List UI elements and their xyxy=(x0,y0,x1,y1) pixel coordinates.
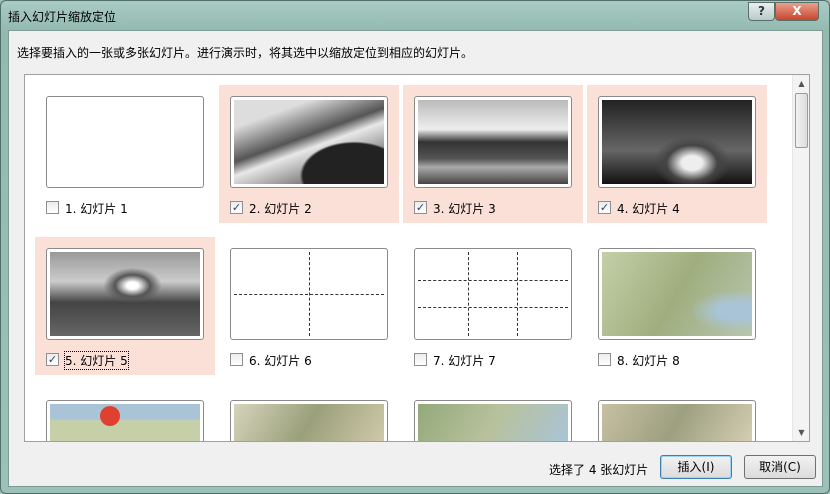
slide-thumbnail[interactable] xyxy=(598,96,756,188)
slide-thumbnail[interactable] xyxy=(46,96,204,188)
slide-checkbox[interactable] xyxy=(598,353,611,366)
slide-image xyxy=(602,100,752,184)
slide-image xyxy=(418,404,568,441)
close-button[interactable]: X xyxy=(775,2,819,21)
slide-image xyxy=(602,404,752,441)
slide-checkbox[interactable]: ✓ xyxy=(414,201,427,214)
zoom-guide-line xyxy=(418,307,568,309)
slide-label: 4. 幻灯片 4 xyxy=(617,202,680,216)
scroll-down-icon[interactable]: ▼ xyxy=(793,424,810,441)
slide-thumbnail[interactable] xyxy=(230,96,388,188)
scroll-thumb[interactable] xyxy=(795,93,808,148)
slide-checkbox[interactable]: ✓ xyxy=(230,201,243,214)
slide-item[interactable]: ✓ 3. 幻灯片 3 xyxy=(403,85,583,223)
dialog-body: 选择要插入的一张或多张幻灯片。进行演示时，将其选中以缩放定位到相应的幻灯片。 8… xyxy=(8,30,823,487)
selection-count: 选择了 4 张幻灯片 xyxy=(549,463,649,477)
slide-thumbnail[interactable] xyxy=(46,400,204,441)
slide-checkbox[interactable] xyxy=(230,353,243,366)
slide-image xyxy=(50,100,200,184)
slide-image xyxy=(50,252,200,336)
slide-item[interactable]: ✓ 4. 幻灯片 4 xyxy=(587,85,767,223)
scroll-up-icon[interactable]: ▲ xyxy=(793,75,810,92)
instruction-text: 选择要插入的一张或多张幻灯片。进行演示时，将其选中以缩放定位到相应的幻灯片。 xyxy=(17,46,474,60)
slide-list: 8. 幻灯片 8 7. 幻灯片 7 6. 幻灯片 6 ✓ 5. 幻灯片 5 ✓ 4. 幻灯片… xyxy=(24,74,810,442)
zoom-guide-line xyxy=(309,252,310,336)
slide-thumbnail[interactable] xyxy=(414,400,572,441)
slide-item[interactable]: ✓ 5. 幻灯片 5 xyxy=(35,237,215,375)
help-button[interactable]: ? xyxy=(748,2,775,21)
slide-label: 8. 幻灯片 8 xyxy=(617,354,680,368)
slide-image xyxy=(602,252,752,336)
slide-item[interactable] xyxy=(403,389,583,441)
slide-item[interactable] xyxy=(587,389,767,441)
slide-label: 2. 幻灯片 2 xyxy=(249,202,312,216)
slide-checkbox[interactable]: ✓ xyxy=(598,201,611,214)
slide-item[interactable]: 1. 幻灯片 1 xyxy=(35,85,215,223)
slide-thumbnail[interactable] xyxy=(414,96,572,188)
slide-image xyxy=(234,100,384,184)
slide-image xyxy=(234,404,384,441)
slide-checkbox[interactable]: ✓ xyxy=(46,353,59,366)
slide-item[interactable]: 7. 幻灯片 7 xyxy=(403,237,583,375)
insert-button[interactable]: 插入(I) xyxy=(660,455,732,479)
slide-item[interactable] xyxy=(35,389,215,441)
cancel-button[interactable]: 取消(C) xyxy=(744,455,816,479)
slide-image xyxy=(418,252,568,336)
slide-image xyxy=(234,252,384,336)
vertical-scrollbar[interactable]: ▲ ▼ xyxy=(792,75,809,441)
slide-thumbnail[interactable] xyxy=(230,400,388,441)
zoom-guide-line xyxy=(517,252,518,336)
slide-item[interactable]: 8. 幻灯片 8 xyxy=(587,237,767,375)
slide-thumbnail[interactable] xyxy=(46,248,204,340)
slide-thumbnail[interactable] xyxy=(414,248,572,340)
slide-item[interactable]: 6. 幻灯片 6 xyxy=(219,237,399,375)
slide-thumbnail[interactable] xyxy=(230,248,388,340)
slide-image xyxy=(50,404,200,441)
zoom-guide-line xyxy=(467,252,469,336)
map-marker xyxy=(100,406,120,426)
dialog-title: 插入幻灯片缩放定位 xyxy=(8,10,117,24)
slide-label: 3. 幻灯片 3 xyxy=(433,202,496,216)
slide-image xyxy=(418,100,568,184)
slide-label: 7. 幻灯片 7 xyxy=(433,354,496,368)
dialog-window: 插入幻灯片缩放定位 ? X 选择要插入的一张或多张幻灯片。进行演示时，将其选中以… xyxy=(0,0,830,494)
slide-item[interactable]: ✓ 2. 幻灯片 2 xyxy=(219,85,399,223)
slide-checkbox[interactable] xyxy=(46,201,59,214)
slide-label: 5. 幻灯片 5 xyxy=(64,351,129,370)
slide-label: 6. 幻灯片 6 xyxy=(249,354,312,368)
zoom-guide-line xyxy=(418,279,568,281)
slide-checkbox[interactable] xyxy=(414,353,427,366)
slide-thumbnail[interactable] xyxy=(598,248,756,340)
slide-thumbnail[interactable] xyxy=(598,400,756,441)
slide-label: 1. 幻灯片 1 xyxy=(65,202,128,216)
slide-item[interactable] xyxy=(219,389,399,441)
